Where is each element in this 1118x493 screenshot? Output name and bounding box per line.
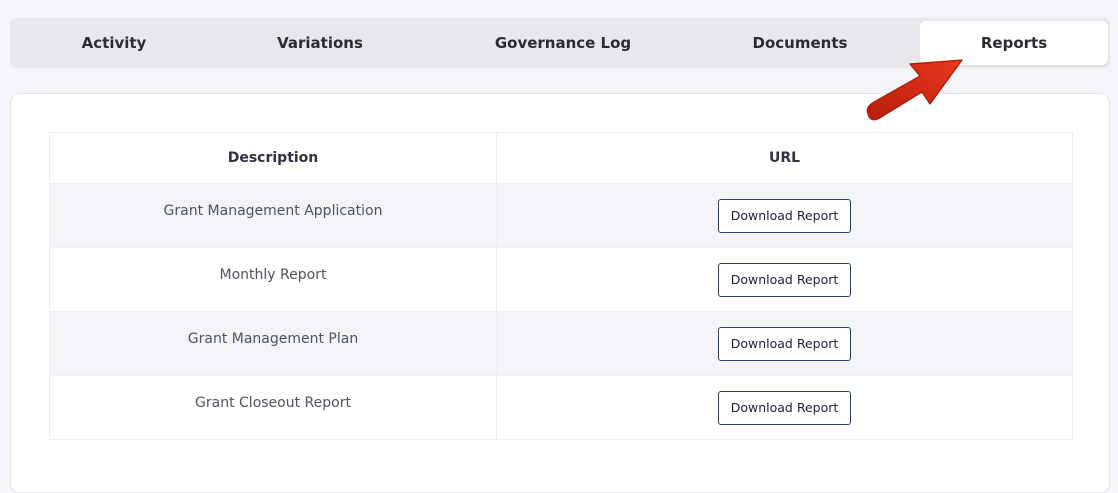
row-description-cell: Grant Management Plan: [49, 311, 497, 376]
row-url-cell: Download Report: [496, 375, 1073, 440]
row-url-cell: Download Report: [496, 183, 1073, 248]
download-report-button[interactable]: Download Report: [717, 390, 852, 425]
tab-documents[interactable]: Documents: [700, 21, 900, 65]
tab-governance-log[interactable]: Governance Log: [458, 21, 668, 65]
row-description: Grant Management Plan: [187, 331, 359, 347]
row-description: Grant Management Application: [163, 203, 383, 219]
table-row: Monthly Report Download Report: [49, 247, 1073, 312]
row-description: Monthly Report: [219, 267, 327, 283]
tab-bar: Activity Variations Governance Log Docum…: [10, 18, 1110, 68]
header-url: URL: [496, 132, 1073, 184]
tab-reports[interactable]: Reports: [920, 21, 1108, 65]
row-description: Grant Closeout Report: [195, 395, 351, 411]
row-description-cell: Grant Closeout Report: [49, 375, 497, 440]
row-url-cell: Download Report: [496, 247, 1073, 312]
table-row: Grant Closeout Report Download Report: [49, 375, 1073, 440]
table-row: Grant Management Plan Download Report: [49, 311, 1073, 376]
reports-table: Description URL Grant Management Applica…: [49, 132, 1073, 440]
reports-panel: Description URL Grant Management Applica…: [10, 93, 1110, 493]
download-report-button[interactable]: Download Report: [717, 326, 852, 361]
header-description: Description: [49, 132, 497, 184]
row-description-cell: Monthly Report: [49, 247, 497, 312]
tab-variations[interactable]: Variations: [220, 21, 420, 65]
row-url-cell: Download Report: [496, 311, 1073, 376]
table-header-row: Description URL: [49, 132, 1073, 184]
download-report-button[interactable]: Download Report: [717, 198, 852, 233]
table-row: Grant Management Application Download Re…: [49, 183, 1073, 248]
download-report-button[interactable]: Download Report: [717, 262, 852, 297]
row-description-cell: Grant Management Application: [49, 183, 497, 248]
tab-activity[interactable]: Activity: [14, 21, 214, 65]
